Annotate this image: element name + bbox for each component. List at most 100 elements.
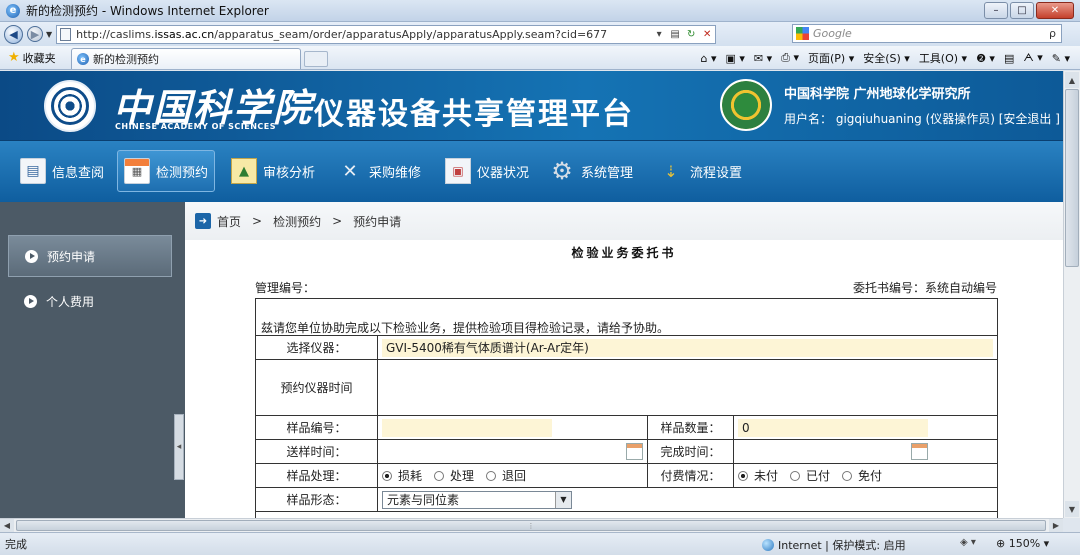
refresh-icon[interactable]: ↻ [683, 29, 699, 40]
history-dropdown-icon[interactable]: ▼ [46, 30, 52, 39]
sample-number-input[interactable] [382, 418, 552, 437]
booking-time-label: 预约仪器时间 [255, 359, 378, 416]
vertical-scroll-thumb[interactable] [1065, 89, 1079, 267]
sidebar-item-booking-apply[interactable]: 预约申请 [8, 235, 172, 277]
sidebar-collapse-handle[interactable]: ◂ [174, 414, 184, 480]
platform-title: 仪器设备共享管理平台 [314, 97, 634, 132]
calendar-icon: ▦ [124, 158, 150, 184]
scroll-left-icon[interactable]: ◀ [0, 519, 14, 532]
payment-radio-free[interactable]: 免付 [842, 467, 882, 484]
form-intro: 兹请您单位协助完成以下检验业务，提供检验项目得检验记录，请给予协助。 [261, 321, 670, 335]
scroll-right-icon[interactable]: ▶ [1049, 519, 1063, 532]
treatment-radio-return[interactable]: 退回 [486, 467, 526, 484]
pen-icon[interactable]: ✎ ▾ [1052, 52, 1070, 65]
maximize-button[interactable]: □ [1010, 2, 1034, 19]
nav-item-flow[interactable]: ⇣ 流程设置 [652, 150, 748, 192]
booking-time-area[interactable] [377, 359, 998, 416]
search-placeholder: Google [813, 27, 852, 40]
tab-ie-icon: e [77, 53, 89, 65]
breadcrumb-home[interactable]: 首页 [217, 213, 241, 230]
nav-label: 信息查阅 [52, 165, 105, 181]
tools-icon: ✕ [342, 160, 358, 182]
command-bar: ★ 收藏夹 e 新的检测预约 ⌂ ▾ ▣ ▾ ✉ ▾ ⎙ ▾ 页面(P) ▾ 安… [0, 46, 1080, 70]
security-icon[interactable]: ◈ ▾ [960, 537, 976, 548]
url-input[interactable]: http://caslims.issas.ac.cn/apparatus_sea… [56, 24, 717, 44]
feeds-icon[interactable]: ▣ ▾ [725, 52, 744, 65]
security-zone[interactable]: Internet | 保护模式: 启用 [762, 537, 906, 553]
horizontal-scroll-thumb[interactable]: ⋮ [16, 520, 1046, 531]
finish-time-input[interactable] [738, 443, 908, 461]
close-button[interactable]: ✕ [1036, 2, 1074, 19]
ie-logo-icon: e [6, 3, 20, 18]
nav-item-info[interactable]: ▤ 信息查阅 [14, 150, 110, 192]
arrow-bullet-icon [25, 249, 38, 263]
tab-title: 新的检测预约 [93, 53, 159, 66]
vertical-scrollbar[interactable]: ▲ ▼ [1063, 71, 1080, 518]
favorites-star-icon[interactable]: ★ [8, 50, 20, 65]
chart-icon: ▲ [231, 158, 257, 184]
home-icon[interactable]: ⌂ ▾ [700, 52, 716, 65]
url-dropdown-icon[interactable]: ▾ [651, 29, 667, 40]
zone-text: Internet | 保护模式: 启用 [778, 539, 906, 552]
user-name: gigqiuhuaning [835, 112, 922, 126]
instrument-label: 选择仪器： [255, 335, 378, 360]
nav-item-system[interactable]: ⚙ 系统管理 [543, 150, 639, 192]
user-role: (仪器操作员) [925, 112, 995, 126]
nav-item-booking[interactable]: ▦ 检测预约 [117, 150, 216, 192]
calendar-picker-icon[interactable] [911, 443, 928, 460]
payment-radio-unpaid[interactable]: 未付 [738, 467, 778, 484]
send-time-input[interactable] [382, 443, 623, 461]
sample-quantity-input[interactable]: 0 [738, 418, 928, 437]
research-icon[interactable]: ▤ [1004, 52, 1014, 65]
url-path: /apparatus_seam/order/apparatusApply/app… [214, 27, 608, 41]
payment-radio-paid[interactable]: 已付 [790, 467, 830, 484]
browser-tab[interactable]: e 新的检测预约 [71, 48, 301, 69]
horizontal-scrollbar[interactable]: ◀ ⋮ ▶ [0, 518, 1063, 532]
breadcrumb-current: 预约申请 [353, 214, 402, 229]
print-icon[interactable]: ⎙ ▾ [781, 51, 799, 65]
favorites-button[interactable]: 收藏夹 [23, 50, 56, 66]
mail-icon[interactable]: ✉ ▾ [754, 52, 772, 65]
sample-form-select[interactable]: 元素与同位素 ▼ [382, 490, 572, 509]
help-menu[interactable]: ❷ ▾ [976, 52, 995, 65]
nav-item-purchase[interactable]: ✕ 采购维修 [331, 150, 427, 192]
logout-link[interactable]: [安全退出 ] [999, 112, 1060, 126]
nav-item-review[interactable]: ▲ 审核分析 [225, 150, 321, 192]
page-title: 检验业务委托书 [571, 246, 677, 260]
nav-item-status[interactable]: ▣ 仪器状况 [439, 150, 535, 192]
instrument-select[interactable]: GVI-5400稀有气体质谱计(Ar-Ar定年) [382, 338, 993, 357]
minimize-button[interactable]: – [984, 2, 1008, 19]
box-icon: ▣ [445, 158, 471, 184]
sidebar: 预约申请 个人费用 [0, 202, 185, 518]
nav-label: 系统管理 [581, 165, 634, 181]
treatment-radio-group: 损耗 处理 退回 [382, 467, 643, 484]
new-tab-button[interactable] [304, 51, 328, 67]
sample-quantity-label: 样品数量： [647, 415, 734, 440]
tools-menu[interactable]: 工具(O) ▾ [919, 50, 967, 66]
chevron-down-icon[interactable]: ▼ [555, 491, 571, 508]
compat-view-icon[interactable]: ▤ [667, 29, 683, 40]
treatment-radio-consume[interactable]: 损耗 [382, 467, 422, 484]
search-icon[interactable]: ρ [1049, 27, 1056, 40]
safety-menu[interactable]: 安全(S) ▾ [863, 50, 910, 66]
forward-button[interactable]: ▶ [27, 26, 43, 42]
back-button[interactable]: ◀ [4, 24, 23, 44]
institute-name: 中国科学院 广州地球化学研究所 [784, 87, 971, 102]
breadcrumb: ➜ 首页 > 检测预约 > 预约申请 [185, 202, 1063, 240]
document-icon: ▤ [20, 158, 46, 184]
order-number-label: 委托书编号：系统自动编号 [852, 281, 997, 295]
page-menu[interactable]: 页面(P) ▾ [808, 50, 854, 66]
stop-icon[interactable]: ✕ [699, 29, 715, 40]
search-input[interactable]: Google ρ [792, 24, 1062, 43]
translate-icon[interactable]: ᗅ ▾ [1023, 51, 1042, 65]
zoom-level[interactable]: ⊕ 150% ▾ [996, 537, 1049, 550]
breadcrumb-booking[interactable]: 检测预约 [273, 213, 321, 230]
sidebar-item-personal-fee[interactable]: 个人费用 [8, 280, 172, 322]
treatment-radio-process[interactable]: 处理 [434, 467, 474, 484]
scroll-down-icon[interactable]: ▼ [1065, 501, 1079, 517]
zoom-value: 150% [1008, 537, 1041, 550]
google-icon [796, 27, 809, 40]
nav-label: 流程设置 [690, 165, 743, 181]
calendar-picker-icon[interactable] [626, 443, 643, 460]
scroll-up-icon[interactable]: ▲ [1065, 72, 1079, 88]
